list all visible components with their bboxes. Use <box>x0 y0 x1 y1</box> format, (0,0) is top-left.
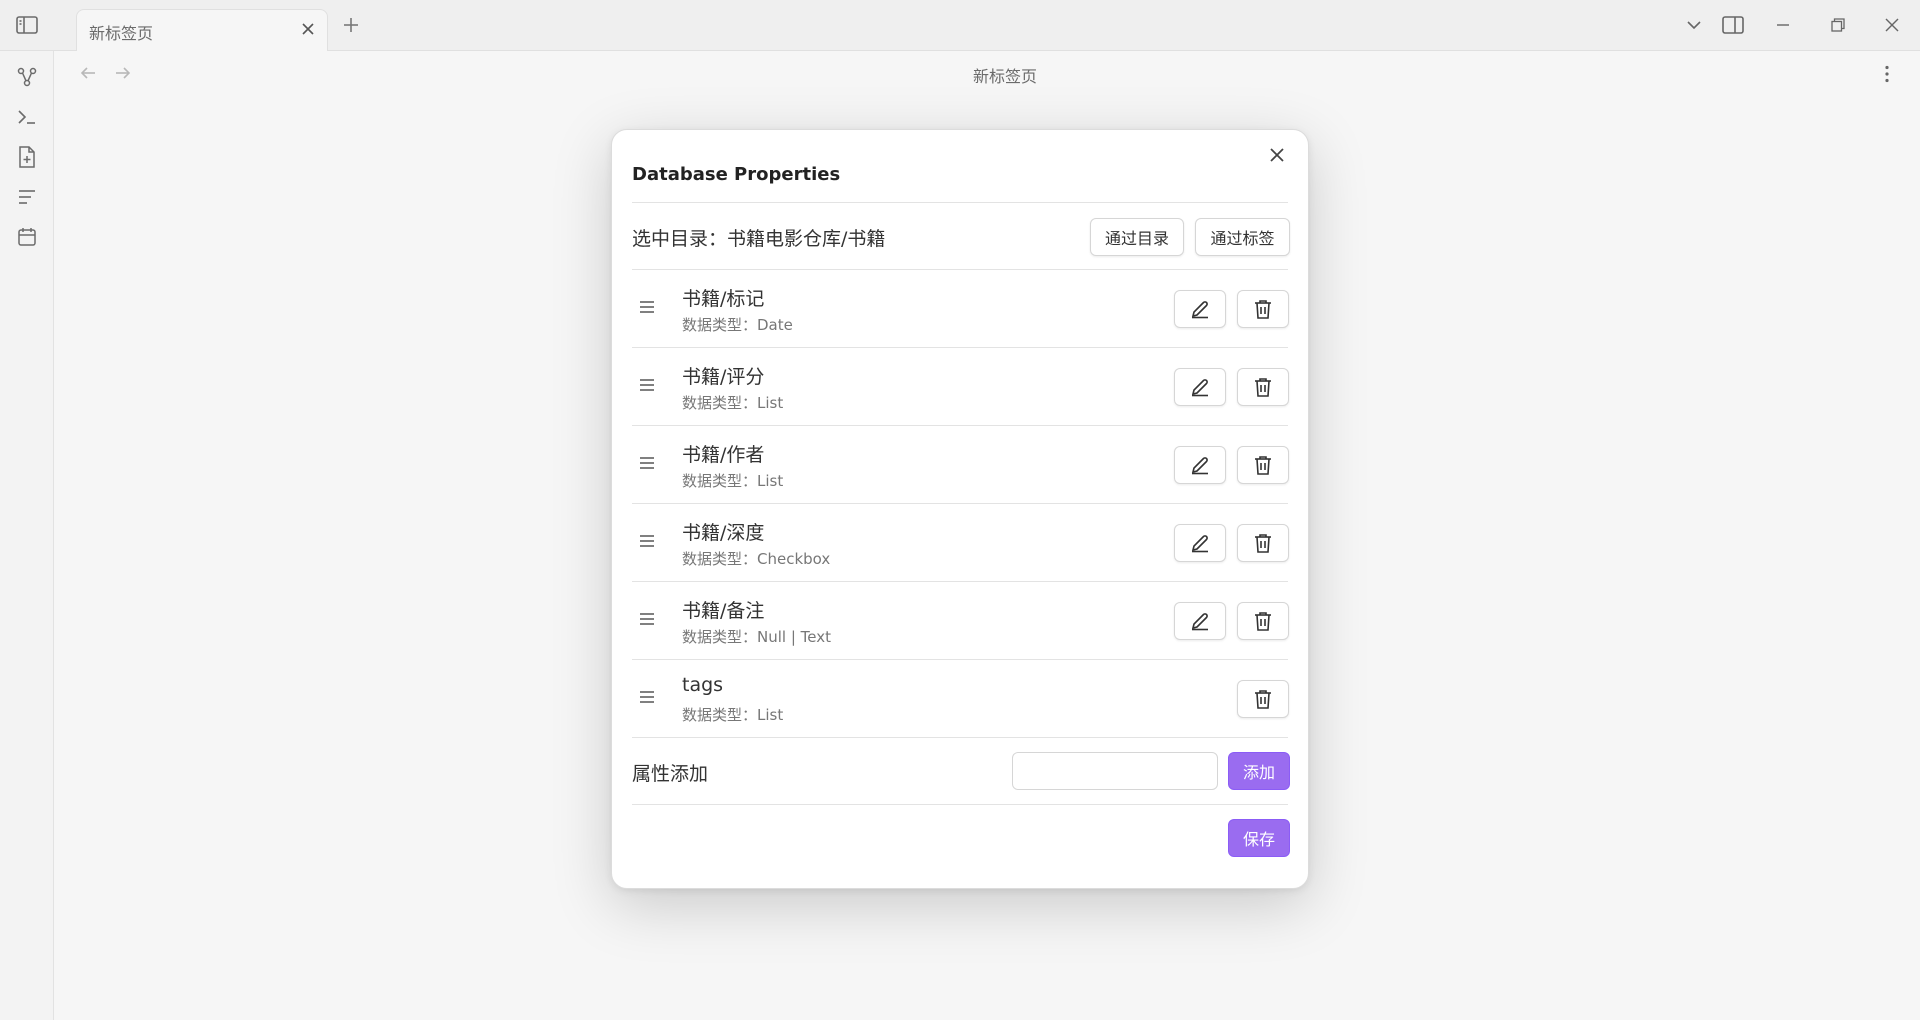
tab-new[interactable]: 新标签页 <box>76 9 328 51</box>
chevron-down-icon[interactable] <box>1682 13 1706 37</box>
property-type: 数据类型：Null | Text <box>682 628 831 646</box>
trash-icon[interactable] <box>1237 602 1289 640</box>
close-icon[interactable] <box>299 20 317 38</box>
trash-icon[interactable] <box>1237 290 1289 328</box>
add-property-label: 属性添加 <box>632 763 709 785</box>
divider <box>632 737 1288 738</box>
split-view-icon[interactable] <box>1721 13 1745 37</box>
property-row: 书籍/评分 数据类型：List <box>632 348 1290 426</box>
drag-handle-icon[interactable] <box>636 686 658 708</box>
pencil-icon[interactable] <box>1174 602 1226 640</box>
close-window-icon[interactable] <box>1880 13 1904 37</box>
property-name: 书籍/备注 <box>682 600 765 622</box>
trash-icon[interactable] <box>1237 524 1289 562</box>
save-button[interactable]: 保存 <box>1228 819 1290 857</box>
trash-icon[interactable] <box>1237 368 1289 406</box>
title-bar: 新标签页 <box>0 0 1920 51</box>
trash-icon[interactable] <box>1237 446 1289 484</box>
left-ribbon <box>0 51 54 1020</box>
property-row: 书籍/备注 数据类型：Null | Text <box>632 582 1290 660</box>
pencil-icon[interactable] <box>1174 290 1226 328</box>
property-type: 数据类型：Date <box>682 316 793 334</box>
more-options-icon[interactable] <box>1875 62 1899 86</box>
drag-handle-icon[interactable] <box>636 608 658 630</box>
drag-handle-icon[interactable] <box>636 452 658 474</box>
minimize-icon[interactable] <box>1771 13 1795 37</box>
pencil-icon[interactable] <box>1174 368 1226 406</box>
outline-icon[interactable] <box>15 185 39 209</box>
property-row: 书籍/标记 数据类型：Date <box>632 270 1290 348</box>
property-row: 书籍/作者 数据类型：List <box>632 426 1290 504</box>
view-title: 新标签页 <box>972 67 1037 86</box>
property-type: 数据类型：List <box>682 706 784 724</box>
property-name: 书籍/深度 <box>682 522 765 544</box>
calendar-icon[interactable] <box>15 225 39 249</box>
drag-handle-icon[interactable] <box>636 374 658 396</box>
add-property-input[interactable] <box>1012 752 1218 790</box>
plus-icon[interactable] <box>340 14 362 36</box>
drag-handle-icon[interactable] <box>636 530 658 552</box>
by-directory-button[interactable]: 通过目录 <box>1090 218 1184 256</box>
terminal-icon[interactable] <box>15 105 39 129</box>
drag-handle-icon[interactable] <box>636 296 658 318</box>
close-icon[interactable] <box>1264 142 1290 168</box>
database-properties-modal: Database Properties 选中目录：书籍电影仓库/书籍 通过目录 … <box>611 129 1309 889</box>
by-tag-button[interactable]: 通过标签 <box>1195 218 1290 256</box>
modal-title: Database Properties <box>632 164 841 185</box>
property-name: 书籍/评分 <box>682 366 765 388</box>
property-name: tags <box>682 674 724 696</box>
property-name: 书籍/标记 <box>682 288 765 310</box>
divider <box>632 804 1288 805</box>
property-type: 数据类型：List <box>682 472 784 490</box>
property-row: tags 数据类型：List <box>632 660 1290 738</box>
add-button[interactable]: 添加 <box>1228 752 1290 790</box>
property-type: 数据类型：Checkbox <box>682 550 831 568</box>
property-type: 数据类型：List <box>682 394 784 412</box>
new-file-icon[interactable] <box>15 145 39 169</box>
pencil-icon[interactable] <box>1174 524 1226 562</box>
trash-icon[interactable] <box>1237 680 1289 718</box>
pencil-icon[interactable] <box>1174 446 1226 484</box>
divider <box>632 202 1288 203</box>
property-row: 书籍/深度 数据类型：Checkbox <box>632 504 1290 582</box>
restore-icon[interactable] <box>1826 13 1850 37</box>
selected-directory-label: 选中目录：书籍电影仓库/书籍 <box>632 228 886 250</box>
app-window: 新标签页 新标签页 Database Properties 选中目录：书籍电影仓… <box>0 0 1920 1020</box>
property-name: 书籍/作者 <box>682 444 765 466</box>
tab-title: 新标签页 <box>89 24 154 43</box>
sidebar-toggle-icon[interactable] <box>14 13 40 37</box>
